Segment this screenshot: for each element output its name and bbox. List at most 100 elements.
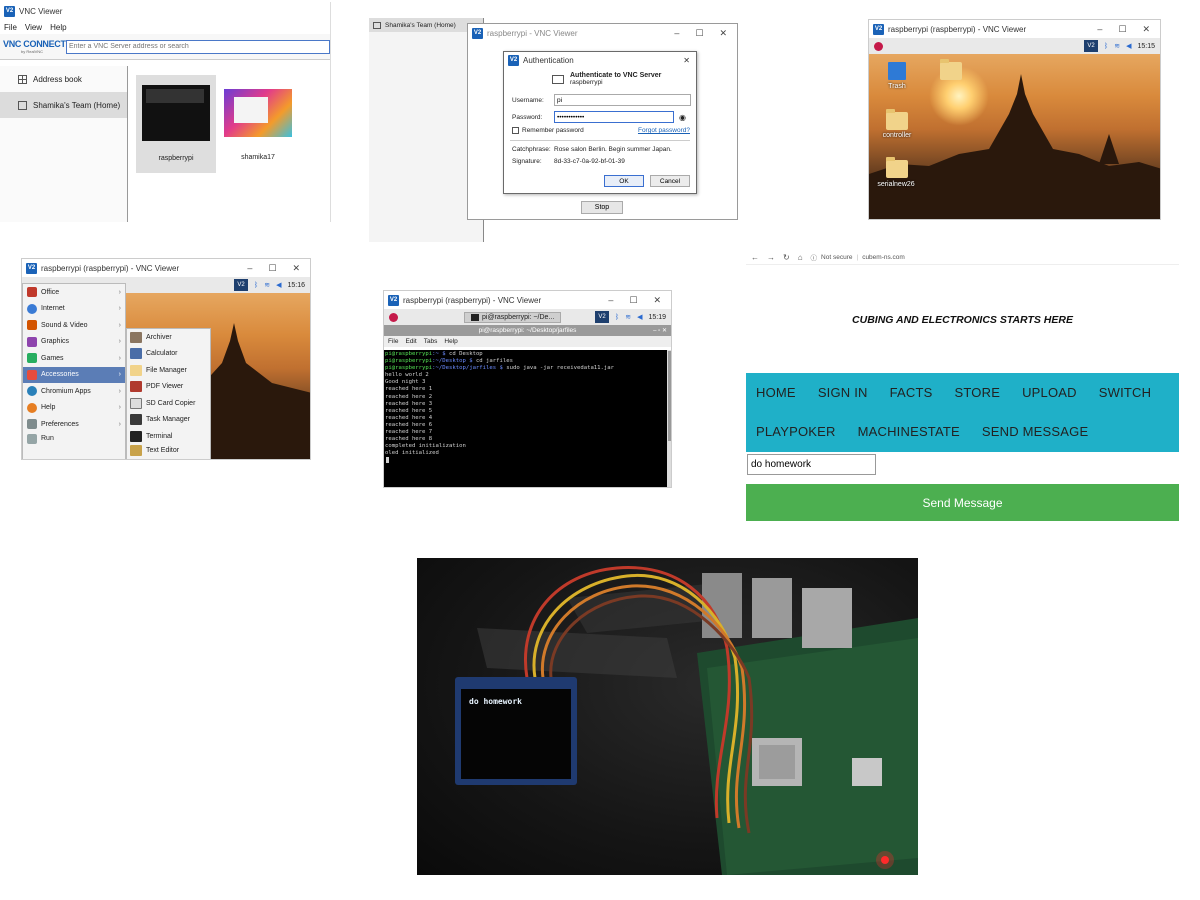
menu-item-sound-video[interactable]: Sound & Video › (23, 317, 125, 334)
nav-home[interactable]: HOME (756, 385, 796, 400)
hardware-photo: do homework (417, 558, 918, 875)
maximize-icon[interactable]: ☐ (268, 263, 276, 274)
close-icon[interactable]: ✕ (1142, 24, 1150, 35)
volume-icon[interactable]: ◀ (1126, 42, 1131, 50)
menu-item-graphics[interactable]: Graphics › (23, 334, 125, 351)
submenu-sd-card-copier[interactable]: SD Card Copier (127, 395, 210, 412)
menu-item-chromium-apps[interactable]: Chromium Apps › (23, 383, 125, 400)
maximize-icon[interactable]: ☐ (695, 28, 703, 39)
ok-button[interactable]: OK (604, 175, 644, 187)
signature-value: 8d-33-c7-0a-92-bf-01-39 (554, 158, 625, 165)
forward-icon[interactable]: → (767, 253, 775, 262)
menu-item-run[interactable]: Run (23, 433, 125, 445)
close-icon[interactable]: ✕ (653, 295, 661, 306)
menu-file[interactable]: File (4, 23, 17, 32)
nav-machinestate[interactable]: MACHINESTATE (858, 424, 960, 439)
terminal-menu-edit[interactable]: Edit (405, 338, 416, 345)
nav-store[interactable]: STORE (955, 385, 1001, 400)
terminal-scrollbar[interactable] (667, 350, 671, 487)
nav-switch[interactable]: SWITCH (1099, 385, 1151, 400)
serialnew26-folder-icon[interactable] (886, 157, 908, 178)
raspberry-menu-icon[interactable] (389, 312, 398, 322)
search-input[interactable] (66, 39, 330, 54)
terminal-output[interactable]: pi@raspberrypi:~ $ cd Desktop pi@raspber… (384, 350, 667, 487)
nav-playpoker[interactable]: PLAYPOKER (756, 424, 836, 439)
bluetooth-icon[interactable]: ᛒ (254, 282, 258, 289)
controller-folder-icon[interactable] (886, 109, 908, 130)
menu-item-office[interactable]: Office › (23, 284, 125, 301)
sidebar-item-team[interactable]: Shamika's Team (Home) (0, 92, 127, 118)
send-message-button[interactable]: Send Message (746, 484, 1179, 521)
close-icon[interactable]: ✕ (719, 28, 727, 39)
minimize-icon[interactable]: – (674, 28, 679, 39)
menu-item-accessories[interactable]: Accessories › (23, 366, 125, 383)
nav-upload[interactable]: UPLOAD (1022, 385, 1077, 400)
menu-view[interactable]: View (25, 23, 42, 32)
trash-icon[interactable] (888, 62, 906, 80)
vnc-tray-icon[interactable]: V2 (1084, 40, 1098, 52)
cancel-button[interactable]: Cancel (650, 175, 690, 187)
volume-icon[interactable]: ◀ (637, 313, 642, 321)
vnc-tray-icon[interactable]: V2 (234, 279, 248, 291)
raspberry-menu-icon[interactable] (874, 41, 883, 51)
page-heading: CUBING AND ELECTRONICS STARTS HERE (852, 314, 1073, 326)
forgot-password-link[interactable]: Forgot password? (638, 127, 690, 134)
submenu-pdf-viewer[interactable]: PDF Viewer (127, 379, 210, 396)
search-row: VNC CONNECT by RealVNC (0, 34, 330, 60)
terminal-menu-help[interactable]: Help (444, 338, 457, 345)
address-bar[interactable]: ⓘ Not secure | cubem-ns.com (810, 252, 905, 263)
menu-item-preferences[interactable]: Preferences › (23, 416, 125, 433)
terminal-menu-file[interactable]: File (388, 338, 398, 345)
stop-button[interactable]: Stop (581, 201, 623, 214)
reload-icon[interactable]: ↻ (783, 253, 790, 262)
terminal-icon (471, 313, 479, 321)
menu-help[interactable]: Help (50, 23, 66, 32)
message-input[interactable] (747, 454, 876, 475)
auth-dialog: V2 Authentication ✕ Authenticate to VNC … (503, 51, 697, 194)
submenu-calculator[interactable]: Calculator (127, 346, 210, 363)
nav-facts[interactable]: FACTS (890, 385, 933, 400)
wifi-icon[interactable]: ≋ (264, 281, 270, 289)
info-icon: ⓘ (810, 255, 818, 262)
minimize-icon[interactable]: – (247, 263, 252, 274)
dialog-close-icon[interactable]: ✕ (683, 56, 696, 65)
home-icon[interactable]: ⌂ (798, 253, 803, 262)
password-field[interactable] (554, 111, 674, 123)
bluetooth-icon[interactable]: ᛒ (615, 314, 619, 321)
file-manager-icon (130, 364, 142, 376)
terminal-task-button[interactable]: pi@raspberrypi: ~/De... (464, 311, 562, 323)
minimize-icon[interactable]: – (608, 295, 613, 306)
wifi-icon[interactable]: ≋ (1114, 42, 1120, 50)
submenu-task-manager[interactable]: Task Manager (127, 412, 210, 429)
submenu-archiver[interactable]: Archiver (127, 329, 210, 346)
oled-module: do homework (455, 677, 577, 785)
menu-item-help[interactable]: Help › (23, 400, 125, 417)
terminal-menu-tabs[interactable]: Tabs (424, 338, 438, 345)
graphics-icon (27, 336, 37, 347)
maximize-icon[interactable]: ☐ (629, 295, 637, 306)
computer-tile-shamika17[interactable]: shamika17 (220, 75, 296, 173)
vnc-viewer-window: V2 VNC Viewer File View Help VNC CONNECT… (0, 2, 331, 222)
submenu-text-editor[interactable]: Text Editor (127, 445, 210, 457)
bluetooth-icon[interactable]: ᛒ (1104, 43, 1108, 50)
remember-checkbox[interactable] (512, 127, 519, 134)
menu-item-games[interactable]: Games › (23, 350, 125, 367)
eye-slash-icon[interactable]: ◉ (679, 113, 686, 122)
sidebar-item-address-book[interactable]: Address book (0, 66, 127, 92)
maximize-icon[interactable]: ☐ (1118, 24, 1126, 35)
minimize-icon[interactable]: – (1097, 24, 1102, 35)
vnc-tray-icon[interactable]: V2 (595, 311, 609, 323)
menu-item-internet[interactable]: Internet › (23, 301, 125, 318)
computer-tile-raspberrypi[interactable]: raspberrypi (136, 75, 216, 173)
nav-send-message[interactable]: SEND MESSAGE (982, 424, 1088, 439)
submenu-file-manager[interactable]: File Manager (127, 362, 210, 379)
volume-icon[interactable]: ◀ (276, 281, 281, 289)
username-field[interactable] (554, 94, 691, 106)
folder-icon[interactable] (940, 59, 962, 80)
browser-window: ← → ↻ ⌂ ⓘ Not secure | cubem-ns.com CUBI… (746, 250, 1179, 530)
submenu-terminal[interactable]: Terminal (127, 428, 210, 445)
close-icon[interactable]: ✕ (292, 263, 300, 274)
wifi-icon[interactable]: ≋ (625, 313, 631, 321)
nav-sign-in[interactable]: SIGN IN (818, 385, 868, 400)
back-icon[interactable]: ← (751, 253, 759, 262)
